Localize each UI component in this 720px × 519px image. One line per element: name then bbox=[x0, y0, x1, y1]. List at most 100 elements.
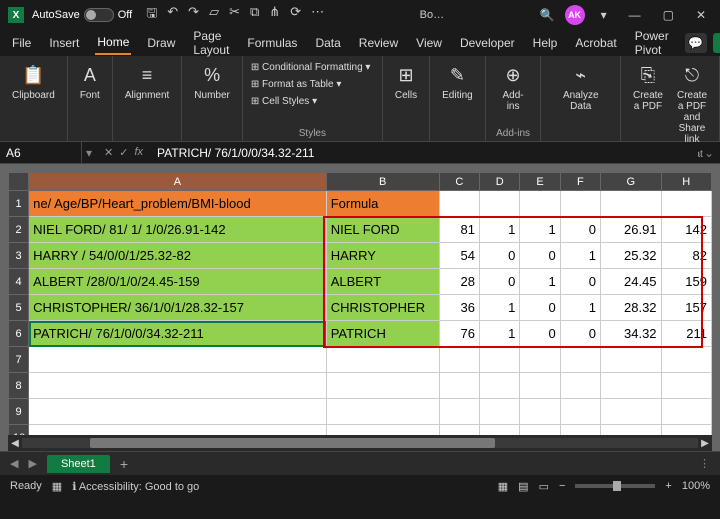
cell[interactable] bbox=[601, 347, 662, 373]
cell[interactable] bbox=[601, 191, 662, 217]
cell-styles-button[interactable]: ⊞ Cell Styles ▾ bbox=[251, 94, 317, 109]
paste-button[interactable]: 📋Clipboard bbox=[8, 60, 59, 103]
add-sheet-button[interactable]: + bbox=[120, 456, 128, 472]
cell[interactable]: 159 bbox=[661, 269, 711, 295]
cell[interactable]: 0 bbox=[560, 217, 600, 243]
cell[interactable]: 0 bbox=[480, 243, 520, 269]
cell[interactable] bbox=[480, 373, 520, 399]
ribbon-mode-icon[interactable]: ▾ bbox=[595, 6, 613, 24]
cell[interactable]: 157 bbox=[661, 295, 711, 321]
menu-insert[interactable]: Insert bbox=[47, 32, 81, 54]
toggle-off-icon[interactable] bbox=[84, 8, 114, 22]
cell[interactable]: 0 bbox=[520, 321, 560, 347]
cell[interactable]: Formula bbox=[326, 191, 439, 217]
cell[interactable] bbox=[326, 347, 439, 373]
create-pdf-button[interactable]: ⎘Create a PDF bbox=[629, 60, 667, 114]
scroll-right-icon[interactable]: ▶ bbox=[698, 438, 712, 449]
cell[interactable] bbox=[520, 425, 560, 436]
cell[interactable] bbox=[439, 191, 479, 217]
font-button[interactable]: AFont bbox=[76, 60, 104, 103]
cell[interactable]: 1 bbox=[560, 295, 600, 321]
cell[interactable] bbox=[480, 347, 520, 373]
menu-data[interactable]: Data bbox=[313, 32, 342, 54]
cell[interactable]: 1 bbox=[560, 243, 600, 269]
accessibility-status[interactable]: ℹ Accessibility: Good to go bbox=[72, 480, 199, 493]
cell[interactable]: 28.32 bbox=[601, 295, 662, 321]
search-icon[interactable]: 🔍 bbox=[540, 8, 555, 22]
close-button[interactable]: ✕ bbox=[690, 6, 712, 24]
undo-icon[interactable]: ↶ bbox=[167, 4, 178, 26]
cell[interactable] bbox=[480, 399, 520, 425]
cell[interactable] bbox=[601, 373, 662, 399]
autosave-toggle[interactable]: AutoSave Off bbox=[32, 8, 132, 22]
cell[interactable]: 81 bbox=[439, 217, 479, 243]
row-header[interactable]: 6 bbox=[9, 321, 29, 347]
cell[interactable]: 26.91 bbox=[601, 217, 662, 243]
row-header[interactable]: 7 bbox=[9, 347, 29, 373]
col-header-c[interactable]: C bbox=[439, 173, 479, 191]
number-button[interactable]: %Number bbox=[190, 60, 234, 103]
minimize-button[interactable]: — bbox=[623, 6, 647, 24]
cell[interactable] bbox=[661, 399, 711, 425]
cell[interactable] bbox=[560, 399, 600, 425]
cell[interactable] bbox=[560, 425, 600, 436]
maximize-button[interactable]: ▢ bbox=[657, 6, 680, 24]
cell[interactable] bbox=[480, 425, 520, 436]
cell[interactable]: PATRICH bbox=[326, 321, 439, 347]
select-all-corner[interactable] bbox=[9, 173, 29, 191]
tab-nav-next[interactable]: ▶ bbox=[28, 457, 36, 470]
row-header[interactable]: 10 bbox=[9, 425, 29, 436]
macro-icon[interactable]: ▦ bbox=[52, 480, 62, 493]
cell[interactable] bbox=[520, 373, 560, 399]
row-header[interactable]: 5 bbox=[9, 295, 29, 321]
cell[interactable] bbox=[560, 347, 600, 373]
cell[interactable]: 0 bbox=[520, 295, 560, 321]
col-header-g[interactable]: G bbox=[601, 173, 662, 191]
row-header[interactable]: 8 bbox=[9, 373, 29, 399]
analyze-data-button[interactable]: ⌁Analyze Data bbox=[549, 60, 611, 114]
cell[interactable]: 211 bbox=[661, 321, 711, 347]
cell[interactable]: NIEL FORD bbox=[326, 217, 439, 243]
col-header-d[interactable]: D bbox=[480, 173, 520, 191]
cell[interactable]: 0 bbox=[480, 269, 520, 295]
cancel-formula-icon[interactable]: ✕ bbox=[104, 146, 113, 159]
cell[interactable] bbox=[661, 373, 711, 399]
save-icon[interactable]: 🖫 bbox=[146, 4, 157, 26]
cell[interactable] bbox=[439, 425, 479, 436]
cell[interactable] bbox=[480, 191, 520, 217]
cell[interactable]: HARRY / 54/0/0/1/25.32-82 bbox=[29, 243, 327, 269]
menu-file[interactable]: File bbox=[10, 32, 33, 54]
cell[interactable] bbox=[29, 425, 327, 436]
cell[interactable]: HARRY bbox=[326, 243, 439, 269]
cell[interactable]: CHRISTOPHER/ 36/1/0/1/28.32-157 bbox=[29, 295, 327, 321]
create-pdf-share-button[interactable]: ⎋Create a PDF and Share link bbox=[673, 60, 711, 147]
cell[interactable]: 0 bbox=[560, 269, 600, 295]
new-icon[interactable]: ▱ bbox=[209, 4, 219, 26]
cell[interactable]: 1 bbox=[520, 217, 560, 243]
cell[interactable] bbox=[29, 347, 327, 373]
cell[interactable]: PATRICH/ 76/1/0/0/34.32-211 bbox=[29, 321, 327, 347]
cell[interactable]: 25.32 bbox=[601, 243, 662, 269]
scrollbar-thumb[interactable] bbox=[90, 438, 496, 448]
row-header[interactable]: 3 bbox=[9, 243, 29, 269]
refresh-icon[interactable]: ⟳ bbox=[290, 4, 301, 26]
col-header-e[interactable]: E bbox=[520, 173, 560, 191]
menu-draw[interactable]: Draw bbox=[145, 32, 177, 54]
col-header-a[interactable]: A bbox=[29, 173, 327, 191]
link-icon[interactable]: ⋔ bbox=[269, 4, 280, 26]
column-headers[interactable]: A B C D E F G H bbox=[9, 173, 712, 191]
sheet-tab[interactable]: Sheet1 bbox=[47, 455, 110, 473]
cell[interactable] bbox=[29, 373, 327, 399]
row-header[interactable]: 4 bbox=[9, 269, 29, 295]
menu-view[interactable]: View bbox=[414, 32, 444, 54]
view-break-icon[interactable]: ▭ bbox=[539, 480, 549, 493]
name-box[interactable] bbox=[0, 142, 82, 163]
user-avatar[interactable]: AK bbox=[565, 5, 585, 25]
cell[interactable] bbox=[439, 399, 479, 425]
cell[interactable] bbox=[326, 373, 439, 399]
row-header[interactable]: 1 bbox=[9, 191, 29, 217]
menu-formulas[interactable]: Formulas bbox=[245, 32, 299, 54]
cell[interactable]: 54 bbox=[439, 243, 479, 269]
editing-button[interactable]: ✎Editing bbox=[438, 60, 477, 103]
cell[interactable]: CHRISTOPHER bbox=[326, 295, 439, 321]
